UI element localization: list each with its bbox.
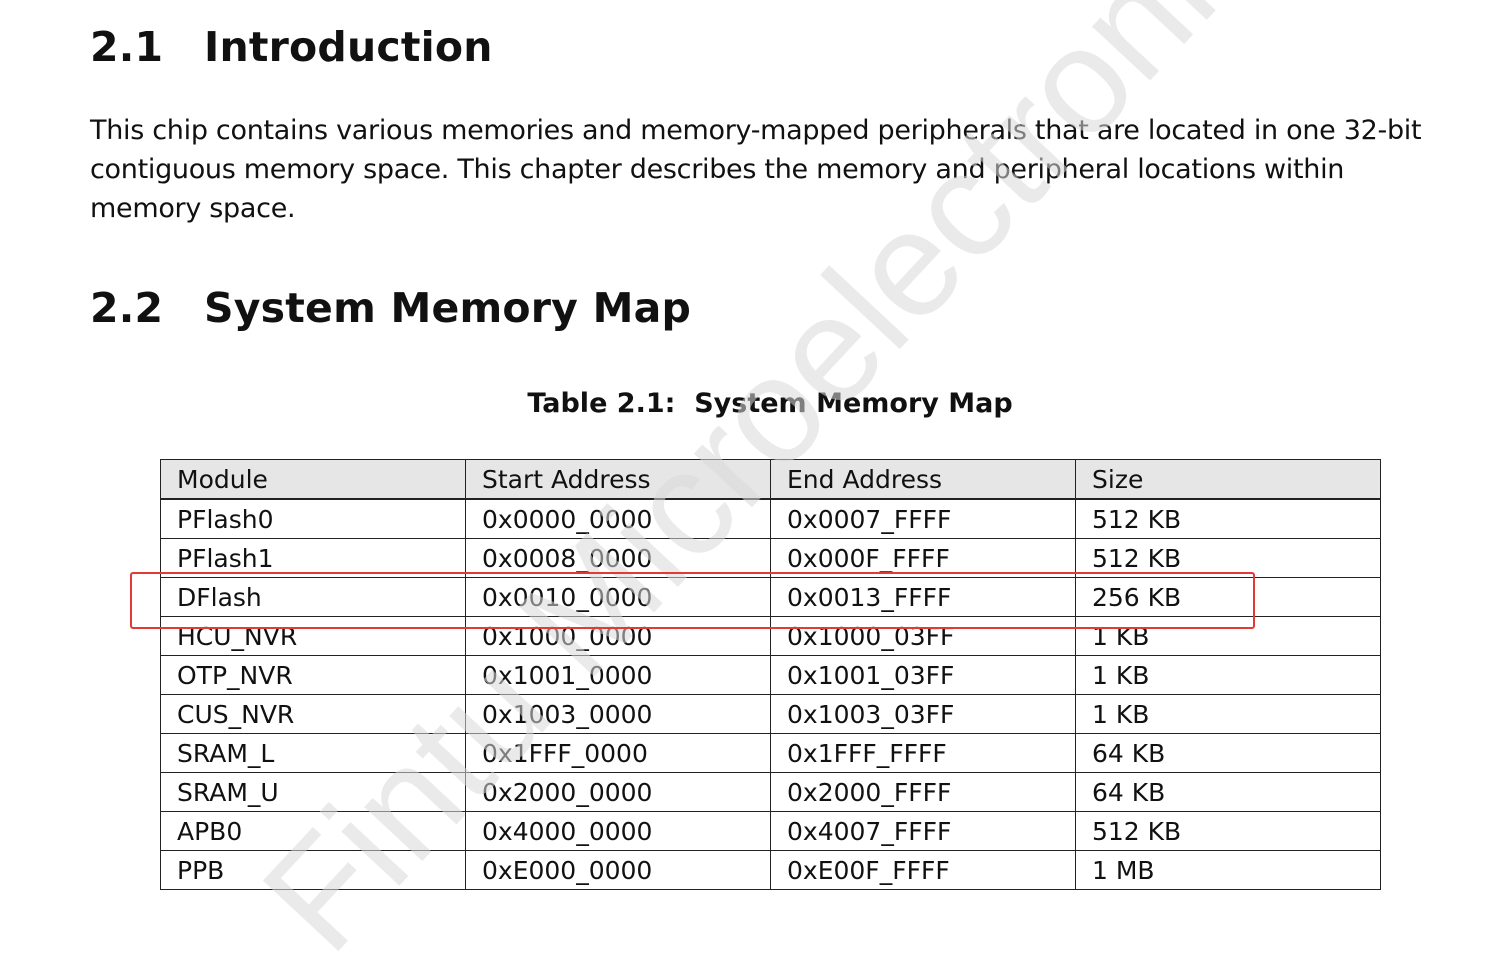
cell-end-address: 0x1003_03FF — [770, 694, 1076, 734]
cell-size: 64 KB — [1075, 733, 1381, 773]
intro-paragraph: This chip contains various memories and … — [90, 115, 1422, 224]
cell-size: 512 KB — [1075, 811, 1381, 851]
table-row: SRAM_U 0x2000_0000 0x2000_FFFF 64 KB — [160, 772, 1381, 812]
table-row: OTP_NVR 0x1001_0000 0x1001_03FF 1 KB — [160, 655, 1381, 695]
cell-end-address: 0x0007_FFFF — [770, 498, 1076, 539]
table-caption: Table 2.1: System Memory Map — [527, 388, 1013, 419]
cell-start-address: 0x1003_0000 — [465, 694, 771, 734]
cell-module: CUS_NVR — [160, 694, 466, 734]
memory-map-table: Module Start Address End Address Size PF… — [160, 459, 1381, 890]
cell-start-address: 0x4000_0000 — [465, 811, 771, 851]
cell-start-address: 0x1001_0000 — [465, 655, 771, 695]
cell-end-address: 0x1001_03FF — [770, 655, 1076, 695]
column-header-module: Module — [160, 459, 466, 500]
table-row: APB0 0x4000_0000 0x4007_FFFF 512 KB — [160, 811, 1381, 851]
cell-start-address: 0x2000_0000 — [465, 772, 771, 812]
cell-module: OTP_NVR — [160, 655, 466, 695]
cell-module: PFlash0 — [160, 498, 466, 539]
cell-size: 64 KB — [1075, 772, 1381, 812]
cell-module: PPB — [160, 850, 466, 890]
cell-module: SRAM_U — [160, 772, 466, 812]
cell-start-address: 0x0000_0000 — [465, 498, 771, 539]
section-title: Introduction — [204, 23, 493, 71]
section-number: 2.1 — [90, 23, 164, 71]
column-header-size: Size — [1075, 459, 1381, 500]
cell-end-address: 0xE00F_FFFF — [770, 850, 1076, 890]
cell-module: SRAM_L — [160, 733, 466, 773]
cell-end-address: 0x4007_FFFF — [770, 811, 1076, 851]
table-row: CUS_NVR 0x1003_0000 0x1003_03FF 1 KB — [160, 694, 1381, 734]
section-number: 2.2 — [90, 284, 164, 332]
cell-size: 1 KB — [1075, 655, 1381, 695]
section-heading-system-memory-map: 2.2 System Memory Map — [90, 288, 691, 329]
table-row: SRAM_L 0x1FFF_0000 0x1FFF_FFFF 64 KB — [160, 733, 1381, 773]
cell-start-address: 0x1FFF_0000 — [465, 733, 771, 773]
cell-size: 1 KB — [1075, 694, 1381, 734]
section-title: System Memory Map — [204, 284, 691, 332]
table-row: PPB 0xE000_0000 0xE00F_FFFF 1 MB — [160, 850, 1381, 890]
table-row: PFlash0 0x0000_0000 0x0007_FFFF 512 KB — [160, 498, 1381, 539]
section-heading-introduction: 2.1 Introduction — [90, 27, 493, 68]
column-header-end-address: End Address — [770, 459, 1076, 500]
cell-end-address: 0x1FFF_FFFF — [770, 733, 1076, 773]
cell-module: APB0 — [160, 811, 466, 851]
cell-size: 1 MB — [1075, 850, 1381, 890]
table-header-row: Module Start Address End Address Size — [160, 459, 1381, 500]
cell-start-address: 0xE000_0000 — [465, 850, 771, 890]
highlight-annotation-box — [130, 572, 1255, 629]
column-header-start-address: Start Address — [465, 459, 771, 500]
cell-size: 512 KB — [1075, 498, 1381, 539]
cell-end-address: 0x2000_FFFF — [770, 772, 1076, 812]
